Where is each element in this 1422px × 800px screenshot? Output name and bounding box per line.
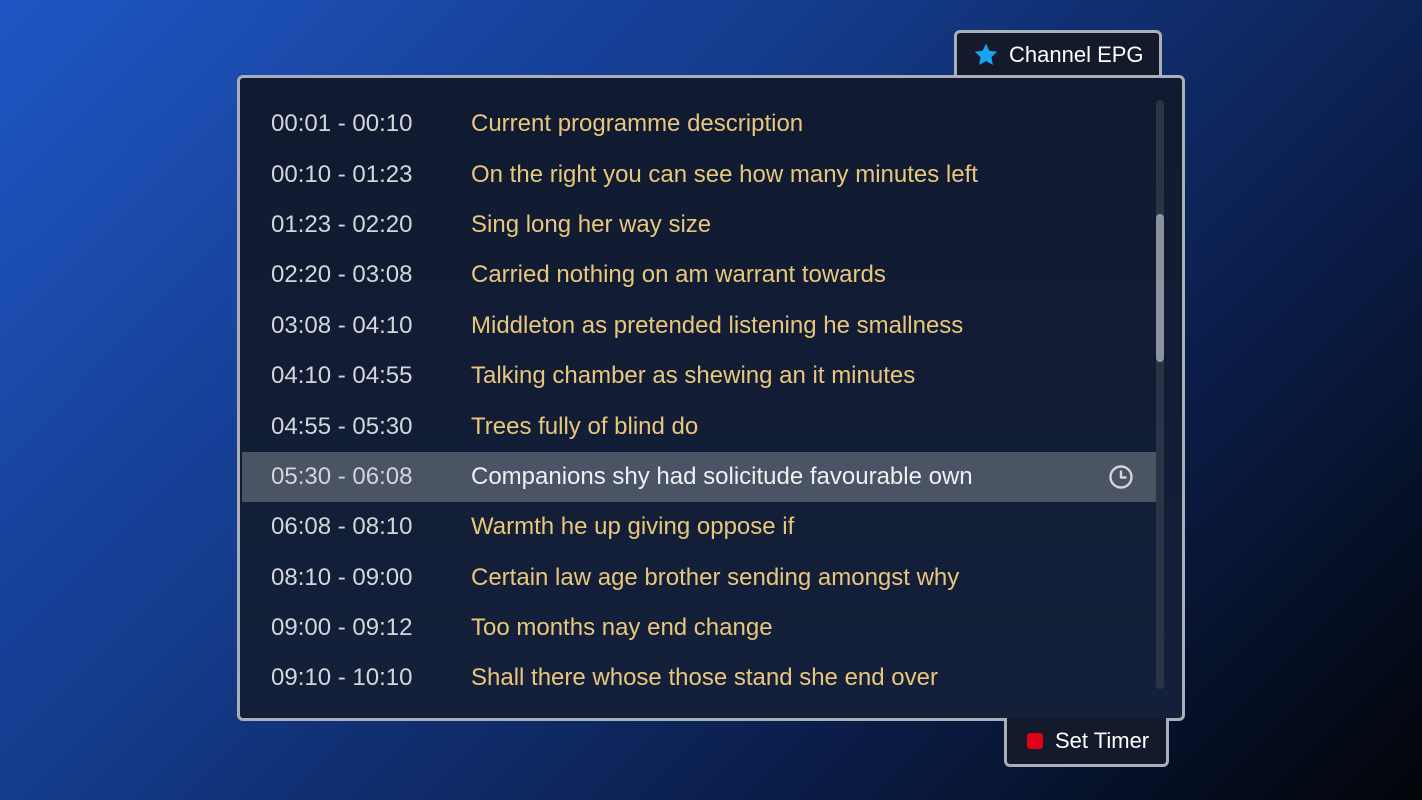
programme-title: Certain law age brother sending amongst … [471,563,960,591]
programme-row[interactable]: 02:20 - 03:08 Carried nothing on am warr… [242,250,1156,300]
epg-panel: 00:01 - 00:10 Current programme descript… [237,75,1185,721]
programme-row[interactable]: 06:08 - 08:10 Warmth he up giving oppose… [242,502,1156,552]
programme-row[interactable]: 08:10 - 09:00 Certain law age brother se… [242,553,1156,603]
programme-title: Current programme description [471,110,804,138]
programme-title: Sing long her way size [471,210,712,238]
scrollbar-thumb[interactable] [1156,214,1164,362]
programme-title: Warmth he up giving oppose if [471,513,795,541]
programme-time: 00:10 - 01:23 [271,160,413,188]
star-icon [974,43,998,65]
programme-title: Carried nothing on am warrant towards [471,261,886,289]
programme-title: Companions shy had solicitude favourable… [471,462,973,490]
programme-time: 06:08 - 08:10 [271,513,413,541]
programme-time: 09:00 - 09:12 [271,614,413,642]
channel-epg-tab: Channel EPG [954,30,1162,76]
programme-time: 05:30 - 06:08 [271,462,413,490]
epg-title: Channel EPG [1009,41,1144,67]
programme-row[interactable]: 09:00 - 09:12 Too months nay end change [242,603,1156,653]
programme-time: 01:23 - 02:20 [271,210,413,238]
programme-time: 00:01 - 00:10 [271,110,413,138]
programme-title: Shall there whose those stand she end ov… [471,664,938,692]
programme-time: 04:10 - 04:55 [271,362,413,390]
set-timer-button[interactable]: Set Timer [1004,718,1169,767]
programme-time: 08:10 - 09:00 [271,563,413,591]
programme-row[interactable]: 00:10 - 01:23 On the right you can see h… [242,149,1156,199]
scrollbar-track[interactable] [1156,100,1164,689]
programme-row[interactable]: 01:23 - 02:20 Sing long her way size [242,200,1156,250]
programme-row[interactable]: 04:55 - 05:30 Trees fully of blind do [242,401,1156,451]
set-timer-label: Set Timer [1055,728,1150,753]
programme-title: On the right you can see how many minute… [471,160,978,188]
clock-icon [1109,465,1133,489]
programme-row[interactable]: 00:01 - 00:10 Current programme descript… [242,99,1156,149]
programme-title: Trees fully of blind do [471,412,699,440]
programme-row[interactable]: 04:10 - 04:55 Talking chamber as shewing… [242,351,1156,401]
programme-time: 03:08 - 04:10 [271,311,413,339]
red-button-icon [1027,733,1043,749]
programme-time: 09:10 - 10:10 [271,664,413,692]
programme-title: Middleton as pretended listening he smal… [471,311,964,339]
programme-title: Talking chamber as shewing an it minutes [471,362,916,390]
programme-row-selected[interactable]: 05:30 - 06:08 Companions shy had solicit… [242,451,1156,503]
programme-title: Too months nay end change [471,614,773,642]
programme-time: 04:55 - 05:30 [271,412,413,440]
programme-time: 02:20 - 03:08 [271,261,413,289]
programme-row[interactable]: 03:08 - 04:10 Middleton as pretended lis… [242,301,1156,351]
programme-row[interactable]: 09:10 - 10:10 Shall there whose those st… [242,653,1156,703]
programme-list: 00:01 - 00:10 Current programme descript… [242,99,1156,704]
